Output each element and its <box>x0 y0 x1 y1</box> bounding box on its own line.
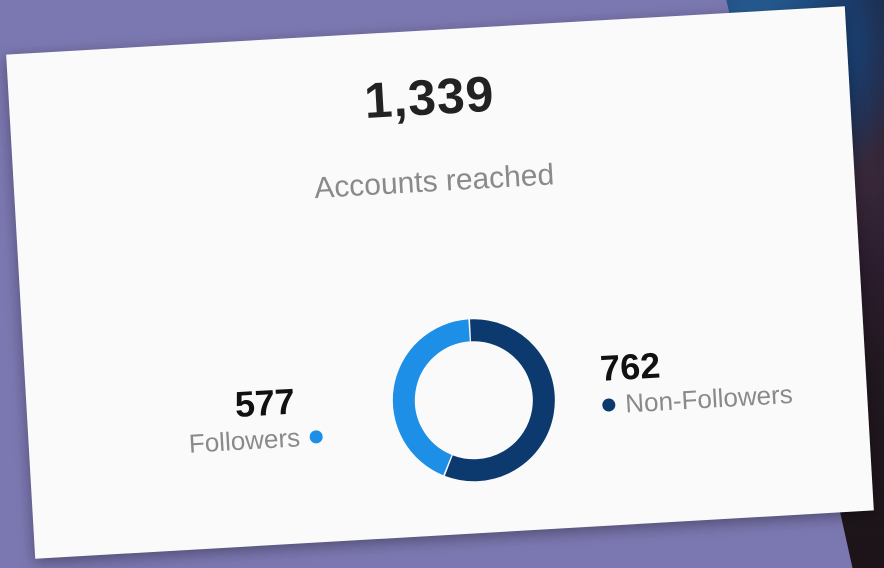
followers-stat: 577 Followers <box>186 379 324 460</box>
followers-label: Followers <box>188 422 301 459</box>
followers-slice <box>392 319 471 476</box>
accounts-reached-label: Accounts reached <box>313 158 556 206</box>
non-followers-dot-icon <box>601 398 616 412</box>
reach-donut-chart <box>392 319 555 482</box>
followers-dot-icon <box>309 430 324 444</box>
followers-legend: Followers <box>188 421 324 460</box>
reach-card: 1,339 Accounts reached 577 Followers 762… <box>6 6 874 559</box>
non-followers-slice <box>444 319 555 482</box>
non-followers-stat: 762 Non-Followers <box>599 337 793 421</box>
accounts-reached-total: 1,339 <box>362 65 496 130</box>
